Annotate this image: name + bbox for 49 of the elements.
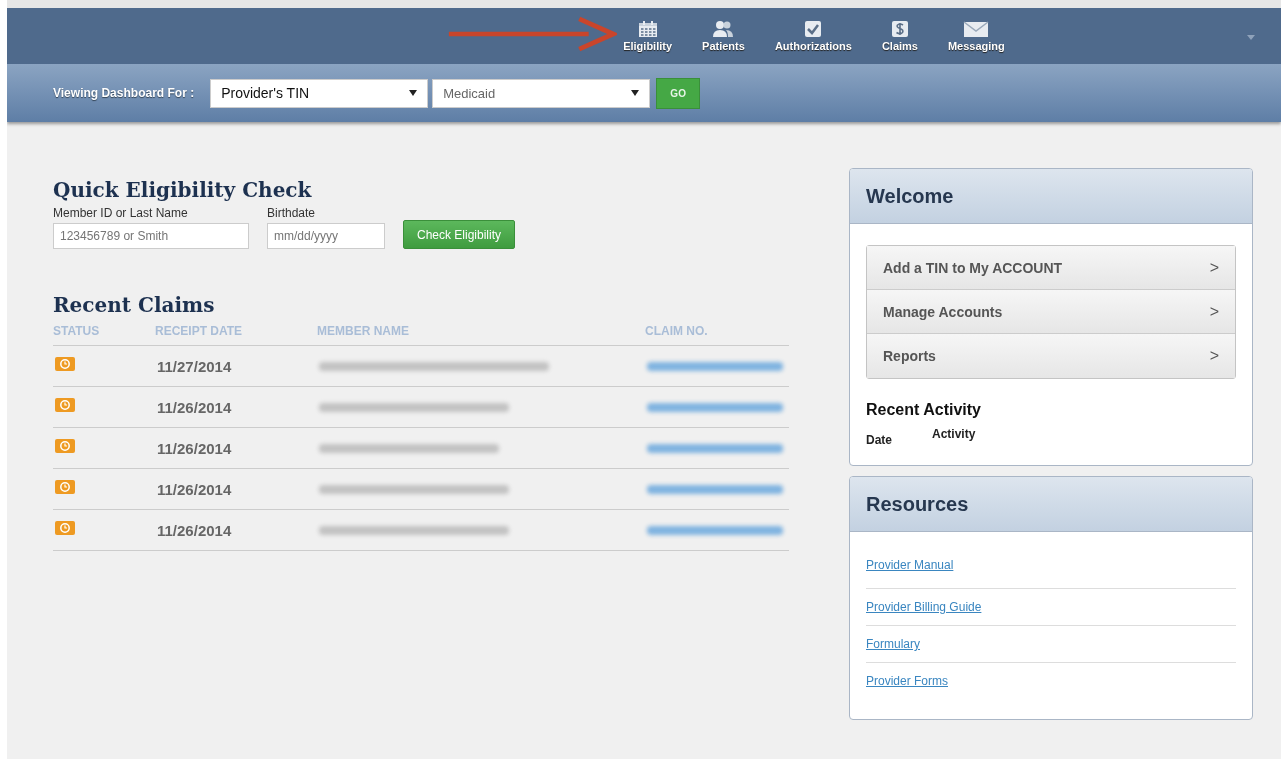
table-cell-text: 11/26/2014 (157, 398, 233, 416)
menu-item[interactable]: Add a TIN to My ACCOUNT > (867, 246, 1235, 290)
check-eligibility-button[interactable]: Check Eligibility (403, 220, 516, 249)
caret-icon[interactable] (1247, 35, 1255, 40)
field-label: Birthdate (267, 206, 317, 220)
section-title: Recent Claims (53, 293, 216, 317)
table-cell-text: 11/27/2014 (157, 357, 233, 375)
resource-link[interactable]: Formulary (866, 637, 920, 651)
column-header: CLAIM NO. (645, 324, 709, 338)
menu-item[interactable]: Reports > (867, 334, 1235, 378)
caret-icon (631, 90, 640, 96)
column-header: Date (866, 433, 892, 447)
clock-status-icon (55, 439, 75, 453)
section-title: Quick Eligibility Check (53, 178, 313, 202)
clock-status-icon (55, 398, 75, 412)
column-header: Activity (932, 427, 976, 443)
resource-link[interactable]: Provider Billing Guide (866, 600, 982, 614)
envelope-icon (963, 20, 990, 38)
subsection-title: Recent Activity (866, 401, 982, 419)
column-header: MEMBER NAME (317, 324, 410, 338)
dropdown[interactable]: Medicaid (432, 78, 651, 108)
nav-tab[interactable]: Claims (879, 16, 920, 56)
checkmark-icon (804, 20, 823, 38)
input-field[interactable]: 123456789 or Smith (53, 223, 249, 249)
menu-item[interactable]: Manage Accounts > (867, 290, 1235, 334)
panel-title: Resources (866, 492, 969, 516)
nav-tab[interactable]: Messaging (945, 16, 1007, 56)
table-cell-text: 11/26/2014 (157, 521, 233, 539)
table-cell-text: 11/26/2014 (157, 439, 233, 457)
nav-tab[interactable]: Eligibility (621, 16, 675, 56)
input-field[interactable]: mm/dd/yyyy (267, 223, 385, 249)
table-cell-text: 11/26/2014 (157, 480, 233, 498)
dollar-tag-icon (890, 20, 909, 38)
field-label: Member ID or Last Name (53, 206, 189, 220)
resource-link[interactable]: Provider Forms (866, 674, 948, 688)
clock-status-icon (55, 357, 75, 371)
resource-link[interactable]: Provider Manual (866, 558, 954, 572)
toolbar-label: Viewing Dashboard For : (53, 86, 195, 100)
people-icon (711, 20, 736, 38)
nav-tab[interactable]: Patients (700, 16, 747, 56)
column-header: STATUS (53, 324, 101, 338)
column-header: RECEIPT DATE (155, 324, 244, 338)
panel-title: Welcome (866, 184, 954, 208)
calendar-icon (637, 20, 658, 38)
dropdown[interactable]: Provider's TIN (210, 78, 429, 108)
clock-status-icon (55, 521, 75, 535)
nav-tab[interactable]: Authorizations (772, 16, 854, 56)
caret-icon (409, 90, 418, 96)
clock-status-icon (55, 480, 75, 494)
